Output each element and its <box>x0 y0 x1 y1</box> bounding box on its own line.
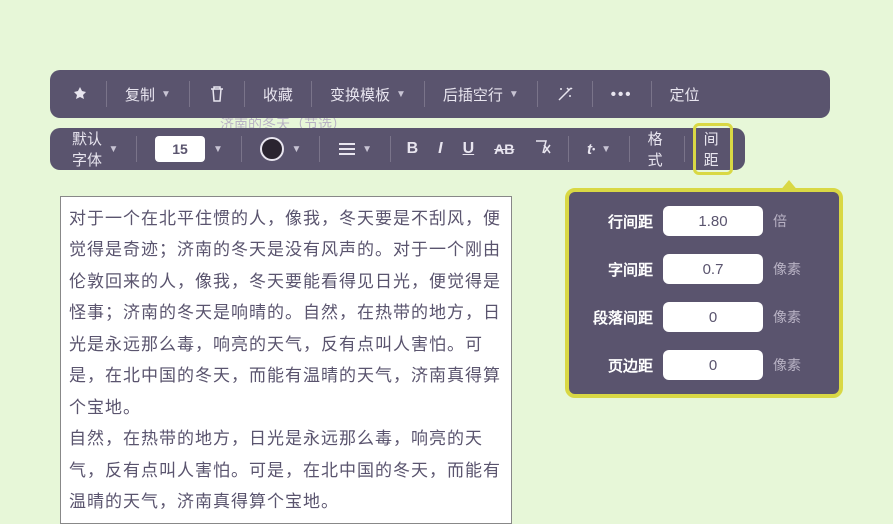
color-picker[interactable]: ▼ <box>250 133 312 165</box>
separator <box>390 136 391 162</box>
bold-button[interactable]: B <box>399 136 427 162</box>
page-margin-label: 页边距 <box>585 355 653 376</box>
separator <box>241 136 242 162</box>
delete-button[interactable] <box>198 81 236 107</box>
format-label: 格式 <box>648 128 666 170</box>
separator <box>684 136 685 162</box>
format-toolbar: 默认字体 ▼ 15 ▼ ▼ ▼ B I U AB t• ▼ 格式 间距 <box>50 128 745 170</box>
line-spacing-input[interactable]: 1.80 <box>663 206 763 236</box>
locate-button[interactable]: 定位 <box>660 80 710 109</box>
chevron-down-icon: ▼ <box>509 89 519 100</box>
separator <box>136 136 137 162</box>
paragraph-spacing-input[interactable]: 0 <box>663 302 763 332</box>
strikethrough-button[interactable]: AB <box>486 137 522 161</box>
change-template-label: 变换模板 <box>330 84 390 105</box>
separator <box>651 81 652 107</box>
copy-button[interactable]: 复制 ▼ <box>115 80 181 109</box>
format-button[interactable]: 格式 <box>638 124 676 174</box>
favorite-button[interactable]: 收藏 <box>253 80 303 109</box>
separator <box>629 136 630 162</box>
letter-spacing-label: 字间距 <box>585 259 653 280</box>
spacing-label: 间距 <box>704 128 722 170</box>
font-size-control[interactable]: 15 ▼ <box>145 132 233 166</box>
text-style-icon: t• <box>587 141 595 158</box>
copy-label: 复制 <box>125 84 155 105</box>
locate-label: 定位 <box>670 84 700 105</box>
spacing-button[interactable]: 间距 <box>693 123 733 175</box>
ellipsis-icon: ••• <box>611 86 633 103</box>
underline-button[interactable]: U <box>455 136 483 162</box>
separator <box>537 81 538 107</box>
pin-icon <box>72 86 88 102</box>
page-margin-input[interactable]: 0 <box>663 350 763 380</box>
separator <box>311 81 312 107</box>
line-spacing-row: 行间距 1.80 倍 <box>585 206 823 236</box>
separator <box>106 81 107 107</box>
pin-button[interactable] <box>62 82 98 106</box>
page-margin-unit: 像素 <box>773 355 803 375</box>
letter-spacing-unit: 像素 <box>773 259 803 279</box>
page-margin-row: 页边距 0 像素 <box>585 350 823 380</box>
paragraph-1[interactable]: 对于一个在北平住惯的人，像我，冬天要是不刮风，便觉得是奇迹；济南的冬天是没有风声… <box>69 203 503 423</box>
italic-button[interactable]: I <box>430 136 450 162</box>
font-family-select[interactable]: 默认字体 ▼ <box>62 124 128 174</box>
align-button[interactable]: ▼ <box>328 138 382 160</box>
line-spacing-label: 行间距 <box>585 211 653 232</box>
clear-format-icon <box>534 139 552 155</box>
more-button[interactable]: ••• <box>601 82 643 107</box>
align-icon <box>338 142 356 156</box>
chevron-down-icon: ▼ <box>292 144 302 155</box>
paragraph-spacing-unit: 像素 <box>773 307 803 327</box>
favorite-label: 收藏 <box>263 84 293 105</box>
separator <box>244 81 245 107</box>
separator <box>592 81 593 107</box>
chevron-down-icon: ▼ <box>601 144 611 155</box>
paragraph-spacing-label: 段落间距 <box>585 307 653 328</box>
chevron-down-icon: ▼ <box>362 144 372 155</box>
text-editor[interactable]: 对于一个在北平住惯的人，像我，冬天要是不刮风，便觉得是奇迹；济南的冬天是没有风声… <box>60 196 512 524</box>
separator <box>319 136 320 162</box>
chevron-down-icon: ▼ <box>213 144 223 155</box>
font-size-input[interactable]: 15 <box>155 136 205 162</box>
letter-spacing-row: 字间距 0.7 像素 <box>585 254 823 284</box>
paragraph-spacing-row: 段落间距 0 像素 <box>585 302 823 332</box>
paragraph-2[interactable]: 自然，在热带的地方，日光是永远那么毒，响亮的天气，反有点叫人害怕。可是，在北中国… <box>69 423 503 517</box>
magic-button[interactable] <box>546 81 584 107</box>
letter-spacing-input[interactable]: 0.7 <box>663 254 763 284</box>
separator <box>189 81 190 107</box>
color-swatch-icon <box>260 137 284 161</box>
clear-format-button[interactable] <box>526 135 560 164</box>
main-toolbar: 复制 ▼ 收藏 变换模板 ▼ 后插空行 ▼ ••• 定位 <box>50 70 830 118</box>
wand-icon <box>556 85 574 103</box>
trash-icon <box>208 85 226 103</box>
font-family-label: 默认字体 <box>72 128 103 170</box>
line-spacing-unit: 倍 <box>773 211 803 231</box>
separator <box>424 81 425 107</box>
insert-blank-line-label: 后插空行 <box>443 84 503 105</box>
text-style-button[interactable]: t• ▼ <box>577 137 621 162</box>
chevron-down-icon: ▼ <box>396 89 406 100</box>
chevron-down-icon: ▼ <box>161 89 171 100</box>
separator <box>568 136 569 162</box>
spacing-panel: 行间距 1.80 倍 字间距 0.7 像素 段落间距 0 像素 页边距 0 像素 <box>565 188 843 398</box>
insert-blank-line-button[interactable]: 后插空行 ▼ <box>433 80 529 109</box>
chevron-down-icon: ▼ <box>109 144 119 155</box>
change-template-button[interactable]: 变换模板 ▼ <box>320 80 416 109</box>
